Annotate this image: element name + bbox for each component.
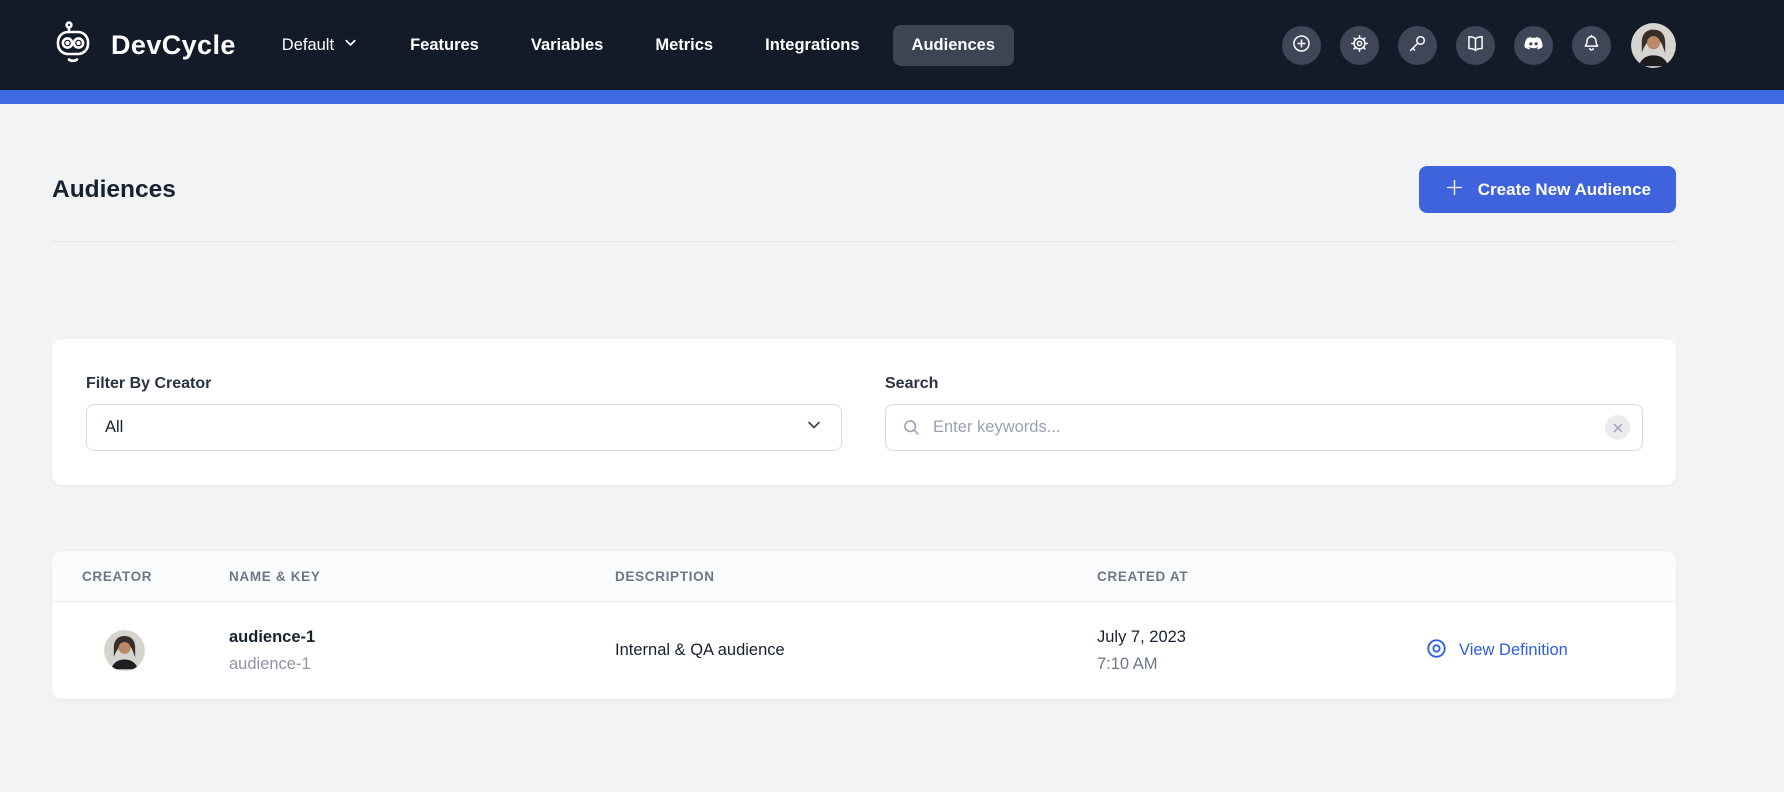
api-keys-button[interactable] [1398,26,1437,65]
create-new-audience-button[interactable]: Create New Audience [1419,166,1676,213]
user-avatar[interactable] [1631,23,1676,68]
creator-avatar [104,630,145,671]
bell-icon [1581,33,1602,57]
view-definition-label: View Definition [1459,641,1568,660]
book-icon [1465,33,1486,57]
discord-button[interactable] [1514,26,1553,65]
project-name: Default [282,36,334,55]
audience-key: audience-1 [229,652,615,676]
accent-bar [0,90,1784,104]
column-header-creator: CREATOR [82,569,229,584]
nav-item-variables[interactable]: Variables [531,25,603,66]
audiences-table: CREATOR NAME & KEY DESCRIPTION CREATED A… [52,551,1676,699]
navbar-actions [1282,23,1676,68]
discord-icon [1523,33,1544,57]
docs-button[interactable] [1456,26,1495,65]
audience-name: audience-1 [229,625,615,649]
page-divider [52,241,1676,242]
name-key-cell: audience-1 audience-1 [229,625,615,676]
created-at-cell: July 7, 2023 7:10 AM [1097,625,1370,676]
devcycle-logo-icon [52,19,100,72]
filter-by-creator-label: Filter By Creator [86,375,842,393]
creator-filter-group: Filter By Creator All [86,375,842,451]
view-definition-link[interactable]: View Definition [1425,637,1676,665]
eye-icon [1425,637,1448,665]
search-box [885,404,1643,451]
table-header-row: CREATOR NAME & KEY DESCRIPTION CREATED A… [52,551,1676,602]
clear-search-button[interactable] [1605,415,1630,440]
notifications-button[interactable] [1572,26,1611,65]
column-header-description: DESCRIPTION [615,569,1097,584]
table-row: audience-1 audience-1 Internal & QA audi… [52,602,1676,699]
plus-icon [1444,177,1465,203]
plus-circle-icon [1291,33,1312,57]
audience-description: Internal & QA audience [615,641,1097,660]
creator-select[interactable]: All [86,404,842,451]
main-menu: Features Variables Metrics Integrations … [358,25,1014,66]
brand[interactable]: DevCycle [52,19,236,72]
nav-item-features[interactable]: Features [410,25,479,66]
nav-item-integrations[interactable]: Integrations [765,25,859,66]
filter-card: Filter By Creator All Search [52,339,1676,485]
chevron-down-icon [805,416,823,439]
actions-cell: View Definition [1370,637,1676,665]
created-time: 7:10 AM [1097,652,1370,676]
create-new-audience-label: Create New Audience [1478,180,1651,200]
top-navbar: DevCycle Default Features Variables Metr… [0,0,1784,90]
key-icon [1407,33,1428,57]
project-switcher[interactable]: Default [282,35,358,55]
page-title: Audiences [52,176,176,204]
created-date: July 7, 2023 [1097,625,1370,649]
gear-icon [1349,33,1370,57]
search-input[interactable] [933,418,1605,437]
search-filter-group: Search [885,375,1643,451]
nav-item-audiences[interactable]: Audiences [893,25,1014,66]
settings-button[interactable] [1340,26,1379,65]
brand-name: DevCycle [111,30,236,61]
search-label: Search [885,375,1643,393]
creator-cell [82,630,229,671]
add-button[interactable] [1282,26,1321,65]
close-icon [1613,423,1623,433]
nav-item-metrics[interactable]: Metrics [655,25,713,66]
search-icon [901,417,922,438]
column-header-name-key: NAME & KEY [229,569,615,584]
column-header-created-at: CREATED AT [1097,569,1370,584]
page-header: Audiences Create New Audience [52,166,1676,213]
page-content: Audiences Create New Audience Filter By … [0,166,1784,699]
creator-select-value: All [105,418,123,437]
chevron-down-icon [343,35,358,55]
